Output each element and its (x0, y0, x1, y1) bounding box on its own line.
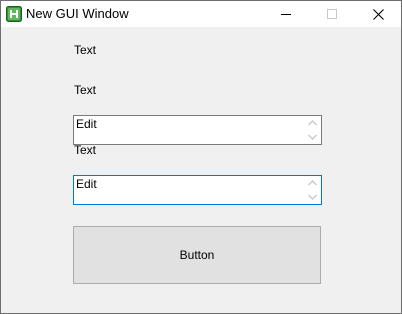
edit-field-2[interactable]: Edit (73, 175, 322, 205)
scroll-down-arrow[interactable] (304, 130, 321, 144)
title-bar[interactable]: New GUI Window (1, 1, 401, 27)
action-button[interactable]: Button (73, 226, 321, 284)
chevron-up-icon (308, 180, 317, 186)
edit-field-1-scrollbar[interactable] (304, 116, 321, 144)
edit-field-2-text[interactable]: Edit (76, 177, 302, 203)
chevron-up-icon (308, 120, 317, 126)
edit-field-1[interactable]: Edit (73, 115, 322, 145)
chevron-down-icon (308, 134, 317, 140)
maximize-button[interactable] (309, 1, 355, 27)
text-label-3: Text (74, 143, 97, 157)
minimize-icon (281, 14, 291, 15)
close-button[interactable] (355, 1, 401, 27)
text-label-1: Text (74, 43, 97, 57)
maximize-icon (327, 9, 337, 19)
app-icon (6, 6, 22, 22)
chevron-down-icon (308, 194, 317, 200)
action-button-label: Button (179, 248, 215, 262)
scroll-up-arrow[interactable] (304, 116, 321, 130)
minimize-button[interactable] (263, 1, 309, 27)
edit-field-2-scrollbar[interactable] (304, 176, 321, 204)
edit-field-1-text[interactable]: Edit (76, 117, 302, 143)
scroll-up-arrow[interactable] (304, 176, 321, 190)
window-title: New GUI Window (26, 6, 129, 21)
text-label-2: Text (74, 83, 97, 97)
close-icon (372, 8, 384, 20)
scroll-down-arrow[interactable] (304, 190, 321, 204)
